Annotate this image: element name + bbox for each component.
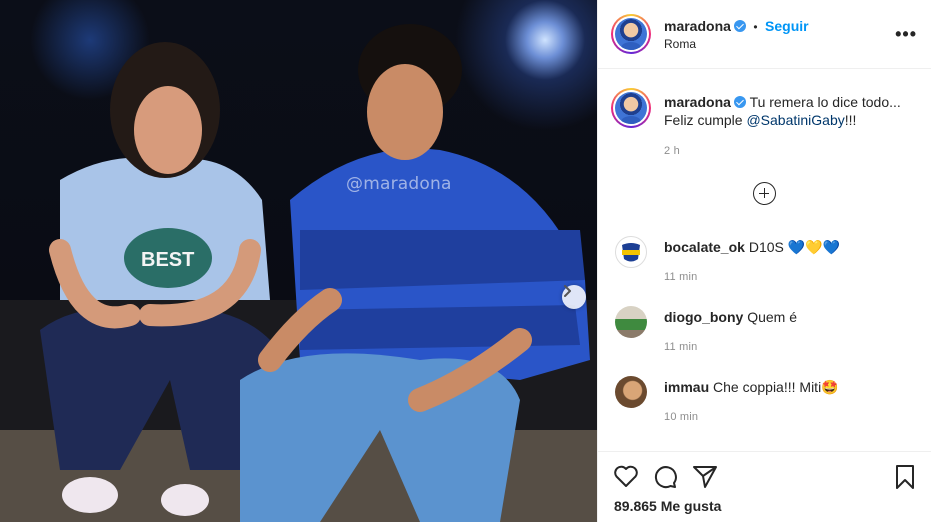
comment-time[interactable]: 11 min [664, 271, 697, 283]
photo-illustration: BEST [0, 24, 597, 522]
header-username[interactable]: maradona [664, 18, 731, 34]
comment-row: diogo_bony Quem é [664, 308, 797, 326]
profile-avatar[interactable] [611, 14, 651, 54]
comment-text: Che coppia!!! Miti [713, 379, 822, 395]
comments-list: maradona Tu remera lo dice todo... Feliz… [598, 70, 931, 450]
comment-row: bocalate_ok D10S 💙💛💙 [664, 238, 840, 256]
comment-time[interactable]: 10 min [664, 411, 698, 423]
comment-avatar[interactable] [615, 306, 647, 338]
caption-username[interactable]: maradona [664, 94, 731, 110]
follow-button[interactable]: Seguir [765, 18, 809, 34]
share-send-icon[interactable] [692, 464, 718, 490]
post-header: maradona • Seguir Roma ••• [598, 0, 931, 69]
post-photo[interactable]: BEST @maradona [0, 0, 597, 522]
comment-avatar[interactable] [615, 236, 647, 268]
caption-line1: Tu remera lo dice todo... [749, 94, 901, 110]
boca-crest-icon [622, 243, 640, 262]
svg-text:BEST: BEST [141, 249, 194, 271]
caption-avatar[interactable] [611, 88, 651, 128]
next-photo-button[interactable] [562, 285, 586, 309]
post-location[interactable]: Roma [664, 37, 696, 51]
comment-emoji: 💙💛💙 [787, 239, 841, 255]
comment-row: immau Che coppia!!! Miti🤩 [664, 378, 839, 396]
comment-username[interactable]: immau [664, 379, 709, 395]
load-more-comments-button[interactable] [753, 182, 776, 205]
photo-watermark: @maradona [346, 174, 452, 194]
comment-time[interactable]: 11 min [664, 341, 697, 353]
comment-avatar[interactable] [615, 376, 647, 408]
likes-count[interactable]: 89.865 Me gusta [614, 498, 721, 514]
caption-line2-prefix: Feliz cumple [664, 112, 747, 128]
chevron-right-icon [564, 285, 571, 297]
post-side-panel: maradona • Seguir Roma ••• maradona Tu r… [597, 0, 931, 522]
post-actions: 89.865 Me gusta [598, 451, 931, 522]
verified-badge-icon [733, 20, 746, 32]
comment-emoji: 🤩 [821, 379, 839, 395]
comment-bubble-icon[interactable] [652, 464, 678, 490]
comment-text: D10S [748, 239, 788, 255]
caption-mention-link[interactable]: @SabatiniGaby [746, 112, 844, 128]
caption-line2-suffix: !!! [844, 112, 857, 128]
comment-text: Quem é [747, 309, 798, 325]
comment-username[interactable]: diogo_bony [664, 309, 743, 325]
caption-time[interactable]: 2 h [664, 145, 680, 157]
more-options-icon[interactable]: ••• [895, 24, 917, 45]
header-separator: • [753, 20, 758, 34]
comment-username[interactable]: bocalate_ok [664, 239, 745, 255]
verified-badge-icon [733, 96, 746, 108]
caption-text: maradona Tu remera lo dice todo... Feliz… [664, 93, 919, 129]
save-bookmark-icon[interactable] [894, 464, 916, 490]
like-heart-icon[interactable] [613, 464, 639, 488]
